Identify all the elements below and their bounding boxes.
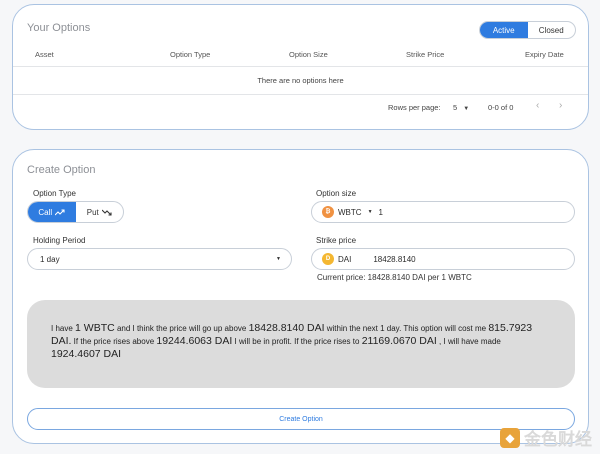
- watermark-text: 金色财经: [524, 430, 592, 449]
- call-label: Call: [38, 207, 53, 217]
- summary-text-3: within the next 1 day. This option will …: [326, 324, 487, 333]
- your-options-card: Your Options Active Closed Asset Option …: [12, 4, 589, 130]
- holding-period-label: Holding Period: [33, 236, 86, 245]
- call-button[interactable]: Call: [28, 202, 76, 222]
- holding-period-select[interactable]: 1 day ▼: [27, 248, 292, 270]
- option-size-value[interactable]: 1: [379, 208, 383, 217]
- create-option-button[interactable]: Create Option: [27, 408, 575, 430]
- holding-period-value: 1 day: [40, 254, 60, 264]
- strike-price-asset: DAI: [338, 254, 352, 264]
- column-expiry-date[interactable]: Expiry Date: [525, 50, 564, 59]
- active-tab[interactable]: Active: [480, 22, 528, 38]
- strike-price-value[interactable]: 18428.8140: [373, 255, 415, 264]
- rows-per-page-label: Rows per page:: [388, 103, 441, 112]
- watermark-logo-icon: ◆: [500, 427, 520, 448]
- closed-tab[interactable]: Closed: [528, 22, 576, 38]
- column-strike-price[interactable]: Strike Price: [406, 50, 444, 59]
- asset-caret-down-icon[interactable]: ▼: [368, 209, 373, 215]
- option-summary: I have 1 WBTC and I think the price will…: [27, 300, 575, 388]
- pagination: Rows per page: 5 ▼ 0-0 of 0 ‹ ›: [388, 99, 588, 117]
- rows-per-page-value: 5: [453, 103, 458, 112]
- strike-price-input[interactable]: D DAI 18428.8140: [311, 248, 575, 270]
- dai-icon: D: [322, 253, 334, 265]
- option-type-toggle: Call Put: [27, 201, 124, 223]
- summary-profit: 1924.4607 DAI: [51, 348, 122, 360]
- summary-text-6: , I will have made: [439, 337, 501, 346]
- current-price-text: Current price: 18428.8140 DAI per 1 WBTC: [317, 273, 472, 282]
- caret-down-icon: ▼: [463, 106, 470, 112]
- put-label: Put: [86, 207, 99, 217]
- status-toggle: Active Closed: [479, 21, 576, 39]
- summary-amount: 1 WBTC: [75, 322, 115, 334]
- options-table-header: Asset Option Type Option Size Strike Pri…: [13, 41, 588, 67]
- summary-text-1: I have: [51, 324, 73, 333]
- chevron-left-icon[interactable]: ‹: [536, 100, 539, 111]
- summary-breakeven: 19244.6063 DAI: [156, 335, 233, 347]
- summary-strike: 18428.8140 DAI: [248, 322, 325, 334]
- rows-per-page-select[interactable]: 5 ▼: [453, 103, 469, 112]
- option-size-asset[interactable]: WBTC: [338, 208, 362, 217]
- chevron-right-icon[interactable]: ›: [559, 100, 562, 111]
- option-size-input[interactable]: ₿ WBTC ▼ 1: [311, 201, 575, 223]
- pagination-range: 0-0 of 0: [488, 103, 514, 112]
- trend-up-icon: [55, 208, 65, 215]
- trend-down-icon: [101, 209, 112, 216]
- summary-text-5: I will be in profit. If the price rises …: [234, 337, 360, 346]
- column-option-size[interactable]: Option Size: [289, 50, 328, 59]
- put-button[interactable]: Put: [76, 202, 124, 222]
- summary-target: 21169.0670 DAI: [361, 335, 437, 347]
- summary-text-2: and I think the price will go up above: [116, 324, 247, 333]
- column-option-type[interactable]: Option Type: [170, 50, 210, 59]
- create-option-title: Create Option: [27, 164, 96, 176]
- strike-price-label: Strike price: [316, 236, 357, 245]
- watermark: ◆ 金色财经: [500, 425, 592, 450]
- create-option-card: Create Option Option Type Call Put Optio…: [12, 149, 589, 444]
- column-asset[interactable]: Asset: [35, 50, 54, 59]
- caret-down-icon: ▼: [276, 256, 281, 262]
- summary-text-4: If the price rises above: [73, 337, 155, 346]
- empty-state-message: There are no options here: [13, 67, 588, 95]
- option-type-label: Option Type: [33, 189, 76, 198]
- wbtc-icon: ₿: [322, 206, 334, 218]
- your-options-title: Your Options: [27, 22, 91, 34]
- option-size-label: Option size: [316, 189, 357, 198]
